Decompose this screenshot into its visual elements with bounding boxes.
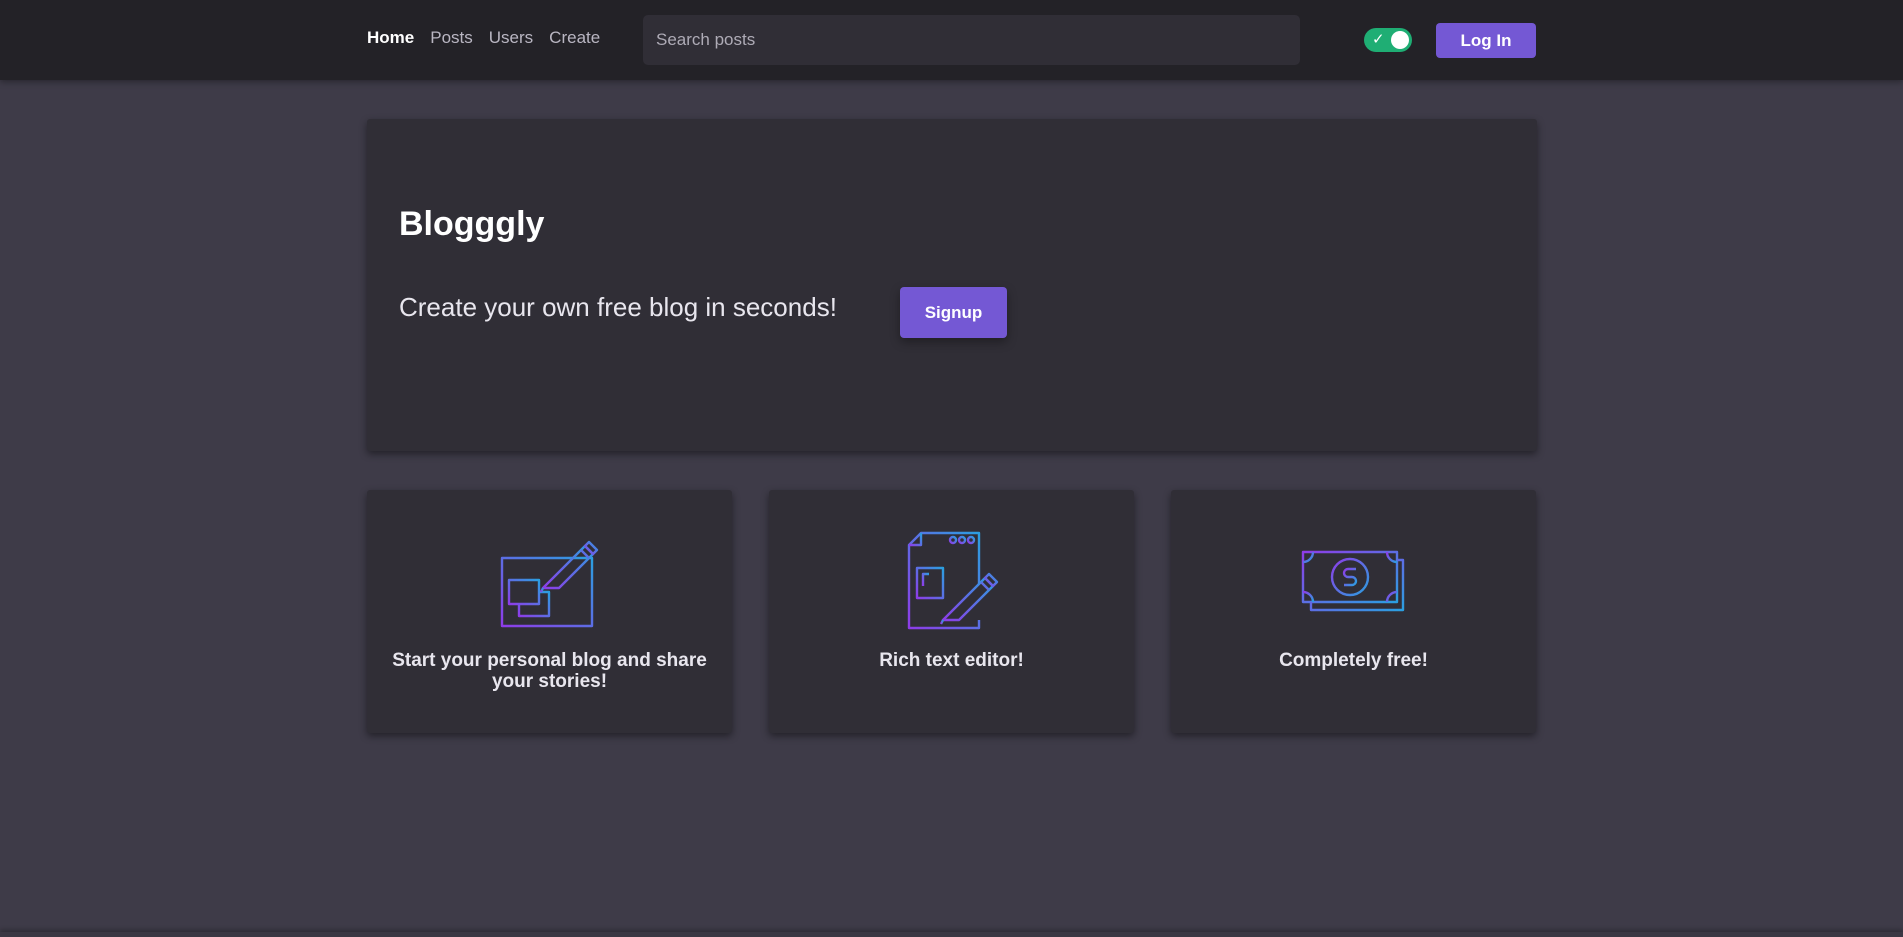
feature-text: Completely free!: [1279, 650, 1428, 671]
feature-card-free: Completely free!: [1171, 490, 1536, 733]
toggle-knob: [1391, 31, 1409, 49]
document-edit-icon: [907, 531, 999, 630]
money-bill-icon: [1301, 550, 1405, 612]
feature-text: Rich text editor!: [879, 650, 1024, 671]
nav-link-users[interactable]: Users: [489, 28, 533, 48]
nav-link-home[interactable]: Home: [367, 28, 414, 48]
hero-tagline: Create your own free blog in seconds!: [399, 292, 837, 322]
page-bottom-edge: [0, 932, 1903, 937]
checkmark-icon: ✓: [1372, 31, 1385, 48]
theme-toggle[interactable]: ✓: [1364, 28, 1412, 52]
feature-card-rich-text: Rich text editor!: [769, 490, 1134, 733]
nav-links: Home Posts Users Create: [367, 28, 600, 48]
login-button[interactable]: Log In: [1436, 23, 1536, 58]
nav-link-create[interactable]: Create: [549, 28, 600, 48]
hero-title: Blogggly: [399, 205, 545, 243]
blog-writing-icon: [500, 540, 599, 628]
hero-card: Blogggly Create your own free blog in se…: [367, 119, 1537, 451]
search-input[interactable]: [643, 15, 1300, 65]
feature-text: Start your personal blog and share your …: [392, 650, 707, 692]
nav-link-posts[interactable]: Posts: [430, 28, 473, 48]
signup-button[interactable]: Signup: [900, 287, 1007, 338]
feature-card-personal-blog: Start your personal blog and share your …: [367, 490, 732, 733]
top-navbar: Home Posts Users Create ✓ Log In: [0, 0, 1903, 80]
